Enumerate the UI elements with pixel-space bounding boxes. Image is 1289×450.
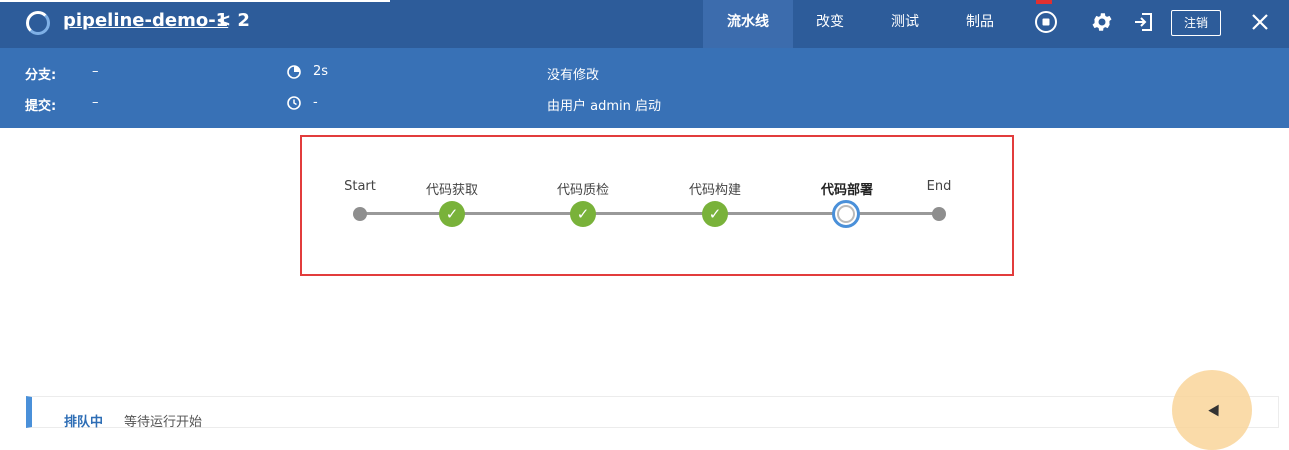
recording-mark: [1036, 0, 1052, 4]
run-number[interactable]: < 2: [216, 10, 250, 31]
highlight-box: [300, 135, 1014, 276]
top-edge: [0, 0, 390, 2]
gear-icon[interactable]: [1090, 10, 1114, 34]
tab-pipeline[interactable]: 流水线: [703, 0, 793, 48]
check-icon: ✓: [445, 205, 459, 223]
queue-status: 排队中: [64, 415, 104, 430]
stage-node-quality[interactable]: ✓: [570, 201, 596, 227]
pipeline-title-link[interactable]: pipeline-demo-1: [63, 10, 228, 31]
check-icon: ✓: [708, 205, 722, 223]
exit-icon[interactable]: [1133, 11, 1155, 33]
tab-tests[interactable]: 测试: [875, 0, 935, 48]
run-info-bar: 分支: – 提交: – 2s - 没有修改 由用户 admin 启动: [0, 48, 1289, 128]
stage-label-deploy[interactable]: 代码部署: [821, 179, 873, 198]
stage-node-build[interactable]: ✓: [702, 201, 728, 227]
duration-value: 2s: [313, 64, 329, 79]
changes-text: 没有修改: [547, 68, 600, 83]
stage-label-fetch[interactable]: 代码获取: [426, 179, 478, 198]
queue-message: 等待运行开始: [124, 415, 203, 430]
commit-value: –: [92, 95, 99, 110]
clock-icon: [287, 96, 301, 110]
tab-artifacts[interactable]: 制品: [950, 0, 1010, 48]
stage-node-deploy-running[interactable]: [832, 200, 860, 228]
start-node: [353, 207, 367, 221]
jenkins-logo-icon: [26, 11, 50, 35]
stage-label-start: Start: [344, 179, 376, 194]
cause-text: 由用户 admin 启动: [547, 99, 661, 114]
stage-label-end: End: [926, 179, 952, 194]
duration-icon: [287, 65, 301, 79]
time-value: -: [313, 95, 318, 110]
branch-label: 分支:: [25, 68, 57, 83]
stage-node-fetch[interactable]: ✓: [439, 201, 465, 227]
commit-label: 提交:: [25, 99, 57, 114]
queue-status-panel: 排队中 等待运行开始: [26, 396, 1279, 430]
stage-label-build[interactable]: 代码构建: [689, 179, 741, 198]
branch-value: –: [92, 64, 99, 79]
check-icon: ✓: [576, 205, 590, 223]
end-node: [932, 207, 946, 221]
stage-label-quality[interactable]: 代码质检: [557, 179, 609, 198]
close-icon[interactable]: [1251, 13, 1269, 31]
record-icon[interactable]: [1034, 10, 1058, 34]
logout-button[interactable]: 注销: [1171, 10, 1221, 36]
tab-changes[interactable]: 改变: [800, 0, 860, 48]
top-bar: pipeline-demo-1 < 2 流水线 改变 测试 制品 注销: [0, 0, 1289, 48]
